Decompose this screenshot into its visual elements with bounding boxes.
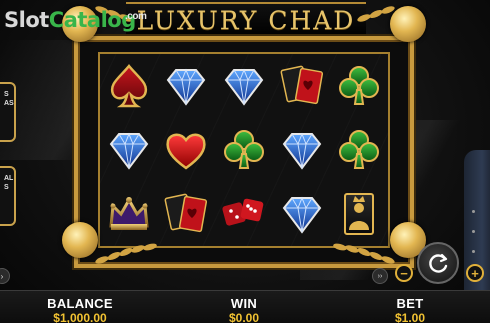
side-panel-1-line1: S — [4, 91, 9, 98]
watermark-logo: SlotCatalog .com — [4, 8, 147, 38]
bottom-stats-bar: BALANCE $1,000.00 WIN $0.00 BET $1.00 — [0, 290, 490, 323]
heart-icon — [166, 133, 207, 170]
crown-icon — [109, 196, 149, 230]
reel-frame — [74, 36, 414, 268]
balance-display: BALANCE $1,000.00 — [38, 297, 122, 323]
reel-cell-crown — [100, 182, 158, 246]
spin-button[interactable] — [417, 242, 459, 284]
laurel-left-icon — [95, 243, 157, 264]
minus-icon: − — [400, 265, 408, 281]
reel-cell-club — [215, 118, 273, 182]
left-edge-button-label: › — [0, 271, 4, 281]
reel-cell-diamond — [273, 118, 331, 182]
reel-cell-diamond — [215, 54, 273, 118]
balance-value: $1,000.00 — [53, 311, 107, 323]
reel-cell-diamond — [158, 54, 216, 118]
watermark-catalog-text: Catalog — [48, 8, 136, 32]
diamond-icon — [282, 196, 321, 234]
cards-icon — [164, 193, 208, 233]
jacket-button — [472, 230, 475, 233]
reel-cell-diamond — [100, 118, 158, 182]
club-icon — [339, 66, 380, 105]
turbo-button[interactable]: ›› — [372, 268, 388, 284]
reel-cell-spade — [100, 54, 158, 118]
reel-cell-club — [330, 118, 388, 182]
reel-cell-cards — [273, 54, 331, 118]
watermark-com-text: .com — [125, 11, 147, 22]
game-title: LUXURY CHAD — [136, 5, 356, 35]
plus-icon: + — [471, 265, 479, 281]
reel-cell-heart — [158, 118, 216, 182]
reel-cell-club — [330, 54, 388, 118]
bet-label: BET — [396, 296, 424, 311]
side-panel-1-line2: AS — [4, 100, 14, 107]
cards-icon — [280, 65, 323, 105]
club-icon — [339, 130, 380, 169]
jacket-button — [472, 210, 475, 213]
reel-cell-joker — [330, 182, 388, 246]
left-edge-button[interactable]: › — [0, 268, 10, 284]
bet-display: BET $1.00 — [380, 297, 440, 323]
laurel-right-icon — [333, 243, 395, 264]
game-stage: LUXURY CHAD SlotCatalog .com S AS AL S ›… — [0, 0, 490, 323]
reel-cell-diamond — [273, 182, 331, 246]
club-icon — [223, 130, 264, 169]
diamond-icon — [167, 68, 206, 106]
diamond-icon — [224, 68, 264, 106]
bet-minus-button[interactable]: − — [395, 264, 413, 282]
dice-icon — [222, 198, 264, 226]
left-side-panel-2[interactable]: AL S — [0, 166, 16, 226]
laurel-top-right-icon — [357, 6, 395, 22]
joker-icon — [344, 193, 375, 235]
reel-cell-dice — [215, 182, 273, 246]
balance-label: BALANCE — [47, 296, 113, 311]
side-panel-2-line2: S — [4, 184, 9, 191]
win-display: WIN $0.00 — [214, 297, 274, 323]
reel-grid — [98, 52, 390, 248]
side-panel-2-line1: AL — [4, 175, 14, 182]
watermark-slot-text: Slot — [4, 8, 49, 32]
left-side-panel-1[interactable]: S AS — [0, 82, 16, 142]
bet-value: $1.00 — [394, 311, 426, 323]
refresh-icon — [429, 253, 448, 273]
turbo-button-label: ›› — [377, 272, 383, 280]
spade-icon — [110, 64, 147, 108]
win-value: $0.00 — [228, 311, 260, 323]
reel-cell-cards — [158, 182, 216, 246]
win-label: WIN — [230, 296, 258, 311]
diamond-icon — [109, 132, 149, 170]
diamond-icon — [282, 132, 321, 170]
bet-plus-button[interactable]: + — [466, 264, 484, 282]
jacket-button — [472, 250, 475, 253]
